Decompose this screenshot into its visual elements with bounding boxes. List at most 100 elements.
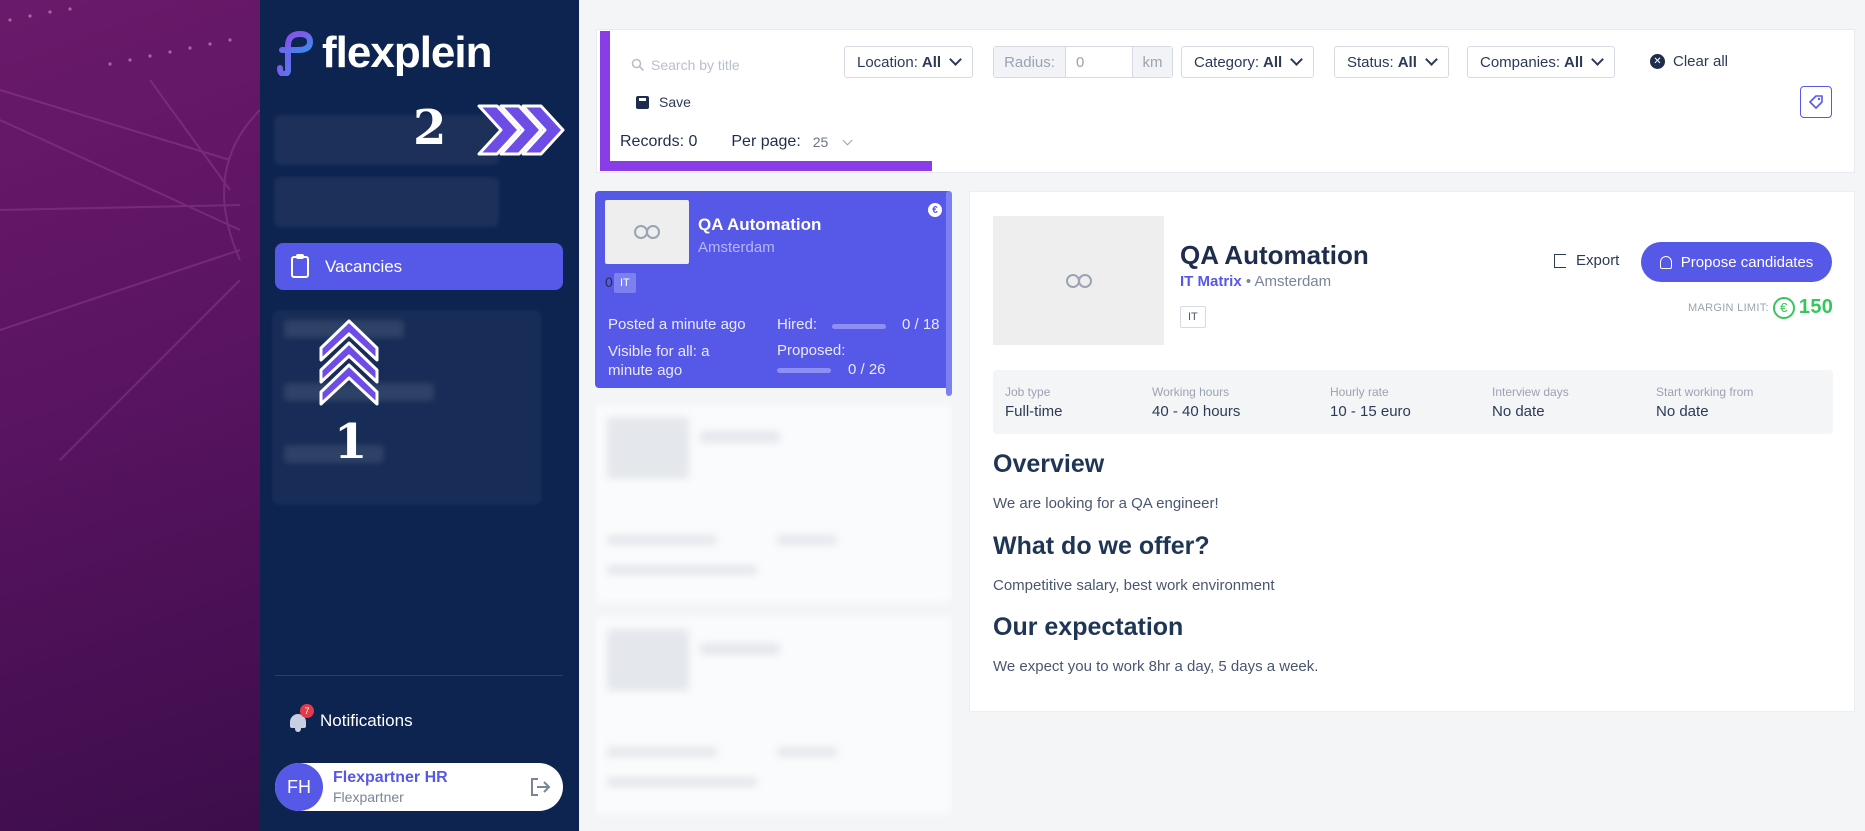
hired-label: Hired: [777,316,818,333]
filter-label: Companies: [1480,53,1561,71]
tag-button[interactable] [1800,86,1832,118]
clipboard-icon [291,253,309,278]
vacancy-detail-thumbnail [993,216,1164,345]
save-filter-button[interactable]: Save [636,94,691,110]
sidebar-divider [275,675,563,676]
hired-progress-bar [832,324,886,329]
save-icon [636,95,649,109]
vacancy-title: QA Automation [698,215,822,234]
info-label: Job type [1005,385,1051,399]
chevron-down-icon [1425,53,1438,66]
propose-label: Propose candidates [1680,253,1814,271]
section-text: Competitive salary, best work environmen… [993,577,1275,594]
vacancy-thumbnail [605,200,689,264]
propose-candidates-button[interactable]: Propose candidates [1641,242,1832,282]
user-name: Flexpartner HR [333,769,448,786]
annotation-step-2: 2 [413,100,447,156]
status-filter[interactable]: Status: All [1334,46,1449,78]
search-icon [631,58,645,72]
radius-label: Radius: [994,47,1066,77]
blurred-nav-item [274,115,499,165]
decorative-background [0,0,260,831]
records-count: Records: 0 [620,133,698,150]
notification-count-badge: 7 [300,704,314,718]
info-label: Working hours [1152,385,1230,399]
info-hourly-rate: Hourly rate 10 - 15 euro [1330,385,1411,420]
clear-all-button[interactable]: ✕ Clear all [1650,53,1728,70]
per-page-select[interactable]: 25 [813,134,829,150]
records-summary: Records: 0 Per page: 25 [620,133,853,151]
export-label: Export [1576,252,1620,269]
hired-value: 0 / 18 [902,316,940,333]
brand-logo[interactable]: flexplein [276,28,492,78]
background-pattern [0,7,260,461]
bell-icon: 7 [288,704,314,732]
sidebar-item-vacancies[interactable]: Vacancies [275,243,563,290]
vacancy-subtitle: IT Matrix • Amsterdam [1180,273,1331,290]
radius-unit: km [1132,47,1172,77]
section-heading: Our expectation [993,613,1184,641]
close-icon: ✕ [1650,54,1665,69]
section-heading: What do we offer? [993,532,1210,560]
chevron-down-icon [1591,53,1605,66]
filter-label: Category: [1194,53,1260,71]
chevron-down-icon[interactable] [842,135,853,145]
tag-icon [1809,95,1823,109]
company-link[interactable]: IT Matrix [1180,273,1242,290]
user-role: Flexpartner [333,789,404,805]
margin-value: 150 [1798,296,1834,318]
info-label: Interview days [1492,385,1569,399]
annotation-arrows-up-icon [319,319,379,406]
per-page-label: Per page: [731,133,801,150]
margin-label: MARGIN LIMIT: [1688,301,1769,314]
info-interview-days: Interview days No date [1492,385,1569,420]
radius-input[interactable]: 0 [1066,47,1132,77]
info-label: Hourly rate [1330,385,1389,399]
sidebar-item-label: Vacancies [325,256,403,276]
logout-icon[interactable] [529,777,551,797]
highlight-bar [600,31,610,171]
location-filter[interactable]: Location: All [844,46,974,78]
currency-badge: € [928,203,942,217]
brand-name: flexplein [322,28,492,77]
category-filter[interactable]: Category: All [1181,46,1315,78]
export-button[interactable]: Export [1554,252,1619,269]
filter-label: Status: [1347,53,1394,71]
vacancy-card-blurred[interactable] [595,405,952,602]
blurred-nav-group [272,310,542,505]
export-icon [1554,253,1566,268]
search-placeholder: Search by title [651,57,740,73]
link-icon [1065,273,1092,288]
vacancy-count: 0 [605,274,613,290]
filter-label: Location: [857,53,918,71]
info-value: No date [1656,403,1709,420]
info-start-working: Start working from No date [1656,385,1753,420]
section-heading: Overview [993,450,1105,478]
proposed-value: 0 / 26 [848,361,886,378]
vacancy-card-blurred[interactable] [595,617,952,814]
info-value: Full-time [1005,403,1063,420]
margin-limit: MARGIN LIMIT: € 150 [1688,296,1833,319]
blurred-nav-item [274,177,499,227]
info-label: Start working from [1656,385,1754,399]
list-scrollbar[interactable] [946,191,952,396]
proposed-label: Proposed: [777,342,846,359]
visibility-time: Visible for all: a minute ago [608,343,710,379]
vacancy-card-selected[interactable]: QA Automation Amsterdam € 0 IT Posted a … [595,191,952,388]
user-icon [1659,255,1672,269]
vacancy-detail-panel: QA Automation IT Matrix • Amsterdam IT E… [969,191,1855,712]
category-tag: IT [1180,306,1206,328]
chevron-down-icon [949,53,962,66]
search-input[interactable]: Search by title [631,53,831,77]
category-tag: IT [614,273,636,293]
notifications-label: Notifications [320,711,413,730]
companies-filter[interactable]: Companies: All [1467,46,1616,78]
posted-time: Posted a minute ago [608,316,746,333]
flexplein-logo-icon [277,31,314,76]
proposed-progress-bar [777,368,831,373]
link-icon [634,225,660,239]
user-card[interactable]: FH Flexpartner HR Flexpartner [275,763,563,811]
annotation-arrows-right-icon [477,104,565,156]
notifications-link[interactable]: 7 Notifications [288,704,413,732]
radius-filter[interactable]: Radius: 0 km [993,46,1173,78]
